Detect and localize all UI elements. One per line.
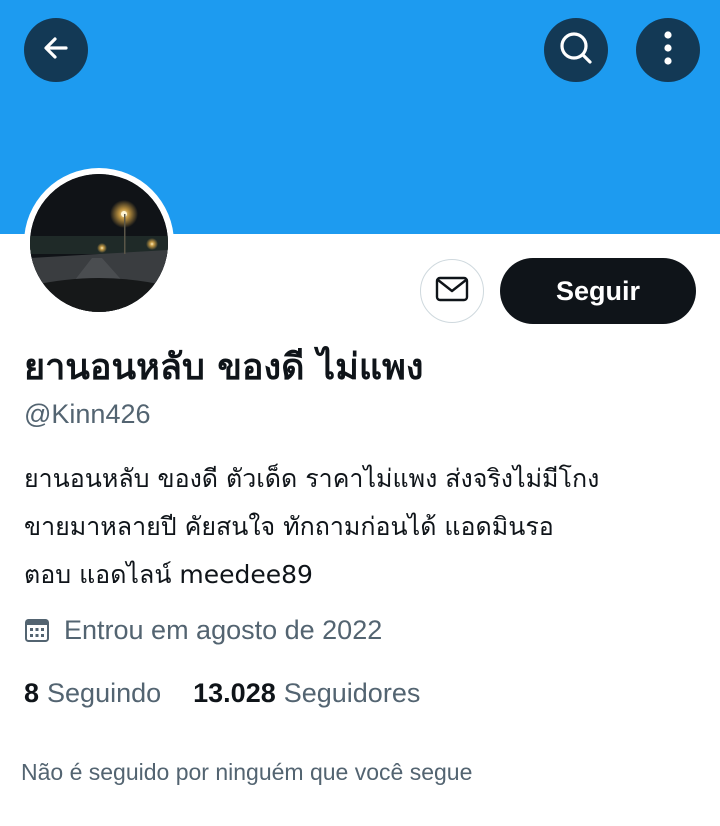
followers-count: 13.028 — [193, 677, 276, 708]
profile-bio: ยานอนหลับ ของดี ตัวเด็ด ราคาไม่แพง ส่งจร… — [24, 455, 704, 599]
display-name: ยานอนหลับ ของดี ไม่แพง — [24, 347, 424, 388]
followers-stat[interactable]: 13.028 Seguidores — [193, 678, 420, 709]
back-arrow-icon — [40, 32, 72, 68]
search-button[interactable] — [544, 18, 608, 82]
followers-label: Seguidores — [283, 677, 421, 708]
following-count: 8 — [24, 677, 40, 708]
profile-handle: @Kinn426 — [24, 399, 151, 429]
bio-line: ยานอนหลับ ของดี ตัวเด็ด ราคาไม่แพง ส่งจร… — [24, 464, 600, 493]
message-button[interactable] — [420, 259, 484, 323]
joined-date-label: Entrou em agosto de 2022 — [64, 614, 383, 645]
avatar[interactable] — [24, 168, 174, 318]
search-icon — [557, 29, 595, 71]
calendar-icon — [24, 617, 50, 643]
bio-line: ตอบ แอดไลน์ meedee89 — [24, 560, 313, 589]
bio-line: ขายมาหลายปี คัยสนใจ ทักถามก่อนได้ แอดมิน… — [24, 512, 554, 541]
following-label: Seguindo — [47, 677, 162, 708]
more-vertical-icon — [663, 30, 673, 70]
more-options-button[interactable] — [636, 18, 700, 82]
back-button[interactable] — [24, 18, 88, 82]
joined-date: Entrou em agosto de 2022 — [24, 610, 382, 650]
envelope-icon — [435, 276, 469, 306]
followed-by-note: Não é seguido por ninguém que você segue — [21, 759, 473, 785]
follow-stats: 8 Seguindo 13.028 Seguidores — [24, 673, 420, 713]
following-stat[interactable]: 8 Seguindo — [24, 678, 161, 709]
avatar-photo — [30, 174, 168, 312]
avatar-night-road-image — [30, 174, 168, 312]
follow-button[interactable]: Seguir — [500, 258, 696, 324]
